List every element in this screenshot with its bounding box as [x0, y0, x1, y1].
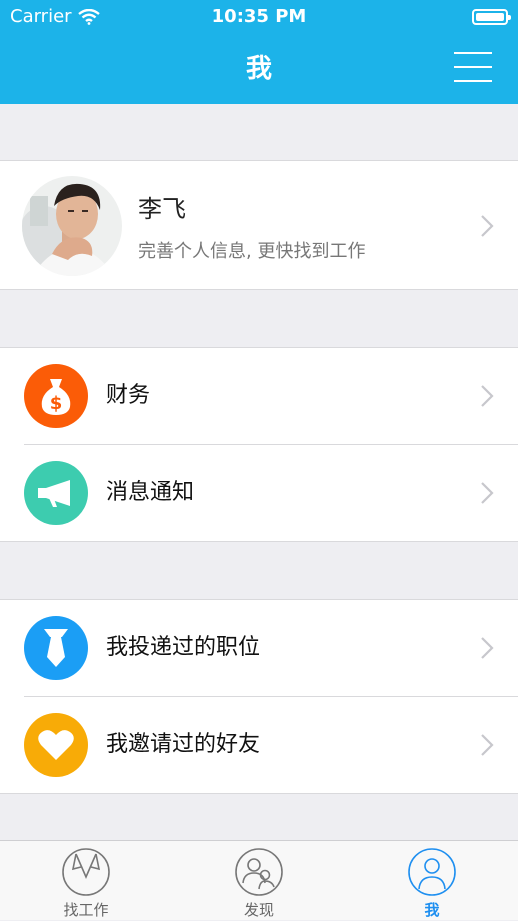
megaphone-icon	[24, 461, 88, 525]
notifications-label: 消息通知	[106, 480, 195, 505]
menu-item-applied-jobs[interactable]: 我投递过的职位	[0, 600, 518, 696]
chevron-right-icon	[481, 734, 494, 756]
status-bar: Carrier 10:35 PM	[0, 0, 518, 34]
menu-group-account: $ 财务 消息通知	[0, 347, 518, 542]
money-bag-icon: $	[24, 364, 88, 428]
menu-item-invited-friends[interactable]: 我邀请过的好友	[0, 697, 518, 793]
heart-icon	[24, 713, 88, 777]
tab-find-job[interactable]: 找工作	[0, 841, 172, 921]
menu-group-activity: 我投递过的职位 我邀请过的好友	[0, 599, 518, 794]
svg-text:$: $	[50, 393, 63, 414]
tab-label: 发现	[243, 901, 274, 919]
people-icon	[235, 848, 283, 896]
tab-me[interactable]: 我	[346, 841, 518, 921]
avatar	[22, 176, 122, 276]
tab-bar: 找工作 发现 我	[0, 840, 518, 920]
profile-card[interactable]: 李飞 完善个人信息, 更快找到工作	[0, 160, 518, 290]
finance-label: 财务	[106, 383, 151, 408]
invited-friends-label: 我邀请过的好友	[106, 732, 261, 757]
chevron-right-icon	[481, 385, 494, 407]
tab-discover[interactable]: 发现	[173, 841, 345, 921]
shirt-collar-icon	[62, 848, 110, 896]
profile-subtitle: 完善个人信息, 更快找到工作	[138, 241, 366, 262]
nav-bar: 我	[0, 34, 518, 104]
chevron-right-icon	[481, 637, 494, 659]
necktie-icon	[24, 616, 88, 680]
chevron-right-icon	[481, 482, 494, 504]
tab-label: 找工作	[63, 901, 109, 919]
applied-jobs-label: 我投递过的职位	[106, 635, 261, 660]
hamburger-menu-icon[interactable]	[454, 50, 492, 82]
profile-name: 李飞	[138, 195, 186, 223]
person-icon	[408, 848, 456, 896]
menu-item-finance[interactable]: $ 财务	[0, 348, 518, 444]
menu-item-notifications[interactable]: 消息通知	[0, 445, 518, 541]
page-title: 我	[245, 54, 272, 84]
chevron-right-icon	[481, 215, 494, 237]
header: Carrier 10:35 PM 我	[0, 0, 518, 104]
battery-icon	[472, 9, 511, 25]
clock: 10:35 PM	[211, 6, 307, 27]
tab-label: 我	[424, 901, 440, 919]
